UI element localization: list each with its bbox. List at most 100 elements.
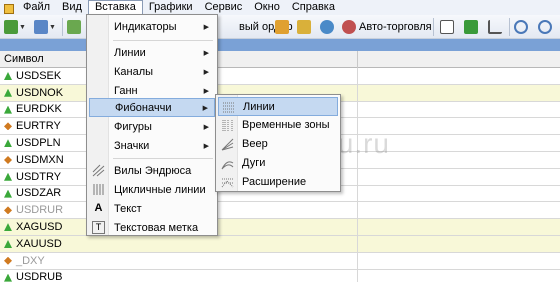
submenu-arrow-icon: ▶ — [203, 142, 209, 150]
fan-icon — [221, 138, 234, 151]
expansion-icon — [221, 178, 234, 188]
table-row[interactable]: USDRUR — [0, 202, 560, 220]
menu-item-text[interactable]: A Текст — [89, 199, 215, 218]
menu-file[interactable]: Файл — [17, 0, 56, 15]
symbol-cell: USDNOK — [16, 86, 64, 99]
symbol-cell: USDZAR — [16, 187, 62, 200]
app-icon[interactable] — [1, 2, 17, 14]
price-neutral-icon — [4, 155, 12, 164]
table-row[interactable]: XAUUSD — [0, 235, 560, 253]
market-watch-button[interactable] — [67, 19, 81, 35]
price-up-icon — [4, 88, 12, 97]
bar-chart-button[interactable] — [440, 19, 454, 35]
symbol-cell: USDTRY — [16, 170, 62, 183]
line-chart-icon — [488, 20, 502, 34]
fibonacci-submenu: Линии Временные зоны Веер Дуги Расширени… — [215, 94, 341, 192]
price-up-icon — [4, 139, 12, 148]
submenu-arrow-icon: ▶ — [203, 68, 209, 76]
insert-menu-dropdown: Индикаторы ▶ Линии ▶ Каналы ▶ Ганн ▶ Фибонач… — [86, 14, 218, 236]
price-up-icon — [4, 223, 12, 232]
toolbar: ▼ ▼ вый ордер Авто-торговля — [0, 15, 560, 39]
autotrading-button[interactable]: Авто-торговля — [342, 19, 432, 35]
symbol-cell: XAGUSD — [16, 221, 63, 234]
autotrading-icon — [342, 20, 356, 34]
menu-item-channels[interactable]: Каналы ▶ — [89, 62, 215, 81]
price-up-icon — [4, 172, 12, 181]
price-up-icon — [4, 189, 12, 198]
price-up-icon — [4, 239, 12, 248]
submenu-arrow-icon: ▶ — [203, 123, 209, 131]
pitchfork-icon — [92, 164, 105, 177]
toolbar-button-1[interactable] — [275, 19, 289, 35]
table-row[interactable]: _DXY — [0, 252, 560, 270]
time-zones-icon — [222, 120, 233, 131]
globe-icon — [320, 20, 334, 34]
submenu-item-arcs[interactable]: Дуги — [218, 154, 338, 173]
menu-charts[interactable]: Графики — [143, 0, 199, 15]
menu-item-indicators[interactable]: Индикаторы ▶ — [89, 17, 215, 36]
price-up-icon — [4, 273, 12, 282]
price-neutral-icon — [4, 206, 12, 215]
menu-tools[interactable]: Сервис — [199, 0, 249, 15]
menu-item-andrews-pitchfork[interactable]: Вилы Эндрюса — [89, 161, 215, 180]
candlesticks-icon — [464, 20, 478, 34]
text-icon: A — [94, 202, 103, 214]
menu-help[interactable]: Справка — [286, 0, 341, 15]
price-up-icon — [4, 105, 12, 114]
zoom-in-button[interactable] — [514, 19, 528, 35]
toolbar-button-2[interactable] — [297, 19, 311, 35]
zoom-out-icon — [538, 20, 552, 34]
submenu-arrow-icon: ▶ — [203, 49, 209, 57]
submenu-arrow-icon: ▶ — [203, 87, 209, 95]
submenu-arrow-icon: ▶ — [202, 104, 208, 112]
profiles-icon — [34, 20, 48, 34]
diamond-icon — [275, 20, 289, 34]
menu-item-lines[interactable]: Линии ▶ — [89, 43, 215, 62]
fibo-lines-icon — [223, 102, 234, 113]
zoom-in-icon — [514, 20, 528, 34]
menu-bar: Файл Вид Вставка Графики Сервис Окно Спр… — [0, 0, 560, 15]
grid-header: Символ — [0, 51, 560, 68]
submenu-arrow-icon: ▶ — [203, 23, 209, 31]
profiles-button[interactable]: ▼ — [34, 19, 56, 35]
submenu-item-time-zones[interactable]: Временные зоны — [218, 116, 338, 135]
menu-item-shapes[interactable]: Фигуры ▶ — [89, 117, 215, 136]
table-row[interactable]: USDSEK — [0, 68, 560, 85]
market-watch-icon — [67, 20, 81, 34]
title-band — [0, 39, 560, 51]
submenu-item-expansion[interactable]: Расширение — [218, 173, 338, 192]
menu-insert[interactable]: Вставка — [87, 0, 143, 15]
menu-item-fibonacci[interactable]: Фибоначчи ▶ — [89, 98, 215, 117]
symbol-cell: USDRUB — [16, 271, 63, 282]
symbol-cell: EURTRY — [16, 120, 61, 133]
metaeditor-icon — [297, 20, 311, 34]
menu-window[interactable]: Окно — [248, 0, 286, 15]
symbol-cell: XAUUSD — [16, 237, 62, 250]
submenu-item-fan[interactable]: Веер — [218, 135, 338, 154]
symbol-cell: USDPLN — [16, 137, 61, 150]
menu-item-arrows[interactable]: Значки ▶ — [89, 136, 215, 155]
zoom-out-button[interactable] — [538, 19, 552, 35]
autotrading-label: Авто-торговля — [359, 21, 432, 33]
symbol-cell: _DXY — [16, 254, 45, 267]
price-up-icon — [4, 72, 12, 80]
symbol-column-header[interactable]: Символ — [0, 51, 44, 68]
line-chart-button[interactable] — [488, 19, 502, 35]
new-chart-button[interactable]: ▼ — [4, 19, 26, 35]
submenu-item-fibo-lines[interactable]: Линии — [218, 97, 338, 116]
candles-button[interactable] — [464, 19, 478, 35]
cycle-lines-icon — [93, 184, 104, 195]
price-neutral-icon — [4, 256, 12, 265]
table-row[interactable]: USDRUB — [0, 269, 560, 282]
menu-view[interactable]: Вид — [56, 0, 88, 15]
symbol-cell: EURDKK — [16, 103, 62, 116]
symbol-cell: USDRUR — [16, 204, 64, 217]
toolbar-button-3[interactable] — [320, 19, 334, 35]
new-chart-icon — [4, 20, 18, 34]
symbol-cell: USDSEK — [16, 69, 62, 82]
menu-item-text-label[interactable]: T Текстовая метка — [89, 218, 215, 237]
menu-item-cycle-lines[interactable]: Цикличные линии — [89, 180, 215, 199]
table-row[interactable]: XAGUSD — [0, 219, 560, 236]
symbol-cell: USDMXN — [16, 153, 64, 166]
text-label-icon: T — [92, 221, 105, 234]
